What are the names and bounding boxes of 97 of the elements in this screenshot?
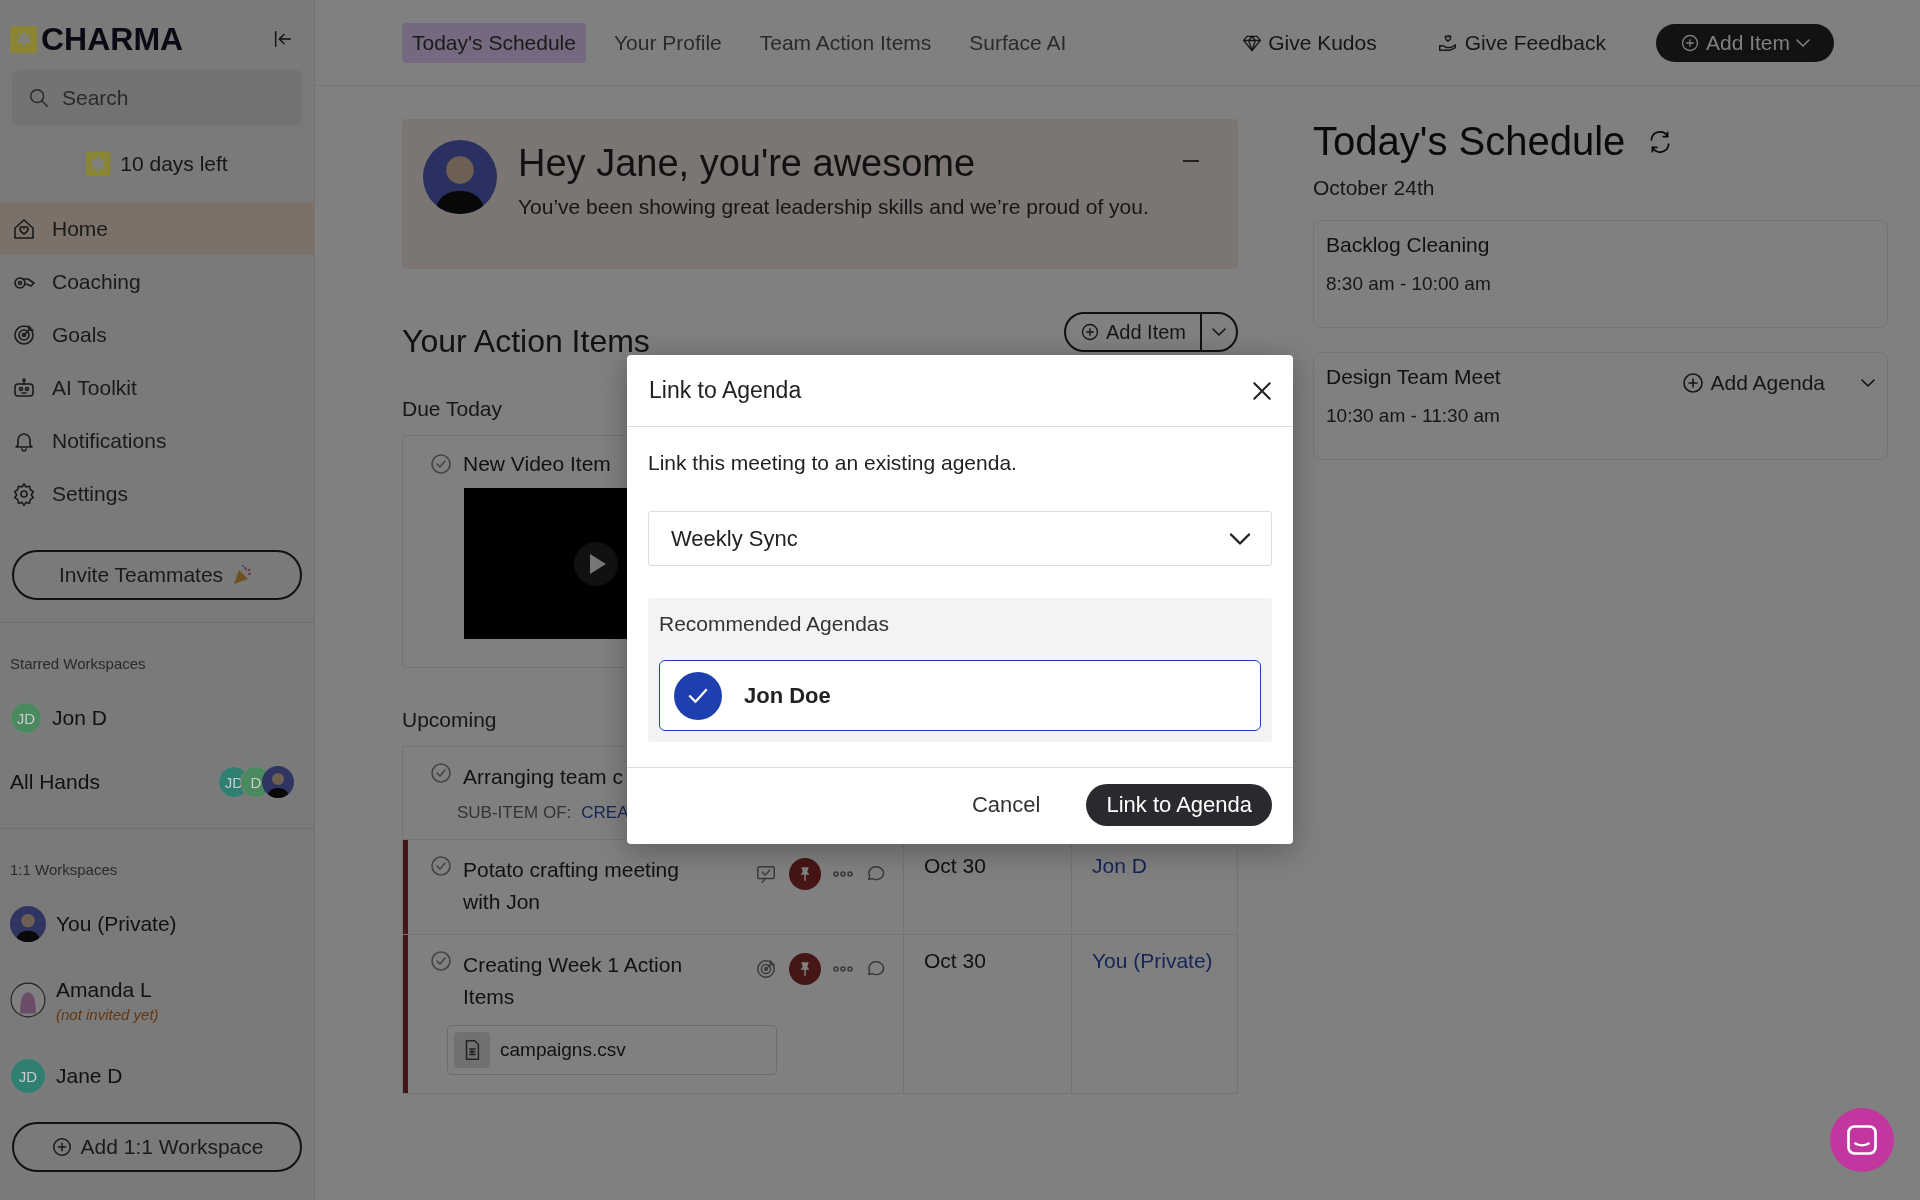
caret-icon: [1212, 328, 1226, 336]
check-circle-icon[interactable]: [429, 854, 453, 878]
avatar: JD: [10, 1058, 46, 1094]
event-card[interactable]: Backlog Cleaning 8:30 am - 10:00 am: [1313, 220, 1888, 328]
action-item-title[interactable]: Arranging team c: [463, 761, 623, 793]
schedule-date: October 24th: [1313, 176, 1436, 200]
event-title: Design Team Meet: [1326, 365, 1501, 389]
group-label: Upcoming: [402, 708, 497, 732]
workspace-item[interactable]: Jane D: [56, 1064, 123, 1088]
event-card[interactable]: Design Team Meet 10:30 am - 11:30 am Add Agenda: [1313, 352, 1888, 460]
due-date: Oct 30: [924, 949, 986, 972]
workspace-item[interactable]: All Hands: [10, 770, 100, 794]
collapse-icon[interactable]: [272, 28, 294, 50]
workspace-item[interactable]: Jon D: [52, 706, 107, 730]
action-item-title[interactable]: New Video Item: [463, 452, 611, 476]
section-heading: Starred Workspaces: [10, 655, 147, 672]
event-title: Backlog Cleaning: [1326, 233, 1491, 257]
add-agenda-button[interactable]: Add Agenda: [1674, 367, 1831, 399]
robot-icon: [12, 375, 36, 400]
sub-item-label: SUB-ITEM OF:: [457, 803, 572, 823]
caret-icon[interactable]: [1861, 379, 1875, 387]
avatar: JD: [10, 702, 42, 734]
more-icon[interactable]: [833, 871, 853, 877]
close-button[interactable]: [1253, 381, 1271, 400]
section-heading: 1:1 Workspaces: [10, 861, 119, 878]
give-kudos-button[interactable]: Give Kudos: [1242, 30, 1377, 55]
event-time: 8:30 am - 10:00 am: [1326, 273, 1491, 295]
chat-icon: [1847, 1125, 1877, 1155]
nav-tab[interactable]: Today's Schedule: [402, 22, 586, 63]
invite-status: (not invited yet): [56, 1005, 159, 1023]
caret-icon: [1796, 38, 1810, 47]
house-icon: [12, 216, 36, 241]
nav-tab[interactable]: Surface AI: [959, 22, 1077, 63]
nav-tab[interactable]: Team Action Items: [749, 22, 942, 63]
check-circle-icon[interactable]: [429, 452, 453, 476]
nav-item[interactable]: Goals: [0, 308, 314, 361]
plus-icon: [1679, 32, 1700, 53]
person-avatar: [262, 766, 294, 798]
check-circle-icon[interactable]: [429, 949, 453, 973]
event-time: 10:30 am - 11:30 am: [1326, 405, 1501, 427]
workspace-link[interactable]: Jon D: [1092, 854, 1147, 877]
chevron-icon: [1229, 532, 1251, 545]
pin-icon[interactable]: [789, 858, 821, 890]
more-icon[interactable]: [833, 966, 853, 972]
target-icon: [755, 958, 777, 980]
blob-avatar: [10, 982, 46, 1018]
banner-title: Hey Jane, you're awesome: [518, 142, 976, 185]
plus-icon: [50, 1136, 73, 1158]
cancel-button[interactable]: Cancel: [951, 784, 1061, 826]
confirm-button[interactable]: Link to Agenda: [1086, 784, 1272, 826]
agenda-option[interactable]: Jon Doe: [659, 660, 1261, 731]
logo: CHARMA: [10, 20, 184, 58]
action-item-title[interactable]: Potato crafting meeting with Jon: [463, 854, 698, 918]
nav-tab[interactable]: Your Profile: [603, 22, 732, 63]
add-workspace-button[interactable]: Add 1:1 Workspace: [12, 1122, 302, 1172]
minimize-icon[interactable]: [1182, 159, 1200, 163]
close-icon: [1253, 381, 1271, 400]
trial-text: 10 days left: [120, 152, 228, 176]
group-label: Due Today: [402, 397, 503, 421]
comment-check-icon: [755, 863, 777, 885]
dialog-title: Link to Agenda: [649, 377, 802, 404]
nav-item[interactable]: Home: [0, 202, 314, 255]
nav-item[interactable]: AI Toolkit: [0, 361, 314, 414]
settings-icon: [12, 481, 36, 506]
nav-item[interactable]: Settings: [0, 467, 314, 520]
search-field[interactable]: Search: [12, 70, 302, 126]
file-attachment[interactable]: campaigns.csv: [447, 1025, 777, 1075]
workspace-item[interactable]: Amanda L: [56, 977, 159, 1002]
workspace-item[interactable]: You (Private): [56, 912, 177, 936]
parent-item-link[interactable]: CREA: [581, 803, 629, 823]
check-circle-icon[interactable]: [429, 761, 453, 785]
star-badge-icon: [86, 152, 111, 176]
dialog-description: Link this meeting to an existing agenda.: [648, 451, 1018, 475]
agenda-select[interactable]: Weekly Sync: [648, 511, 1272, 566]
action-item-title[interactable]: Creating Week 1 Action Items: [463, 949, 698, 1013]
banner-message: You’ve been showing great leadership skills and we’re proud of you.: [518, 195, 1149, 219]
plus-icon: [1079, 322, 1100, 342]
panel-heading: Recommended Agendas: [659, 612, 890, 636]
person-avatar: [10, 906, 46, 942]
nav-item[interactable]: Notifications: [0, 414, 314, 467]
option-label: Jon Doe: [744, 682, 831, 709]
add-item-button[interactable]: Add Item: [1655, 23, 1834, 62]
nav-item[interactable]: Coaching: [0, 255, 314, 308]
target-icon: [12, 322, 36, 347]
check-icon: [688, 688, 708, 703]
add-item-split-button[interactable]: Add Item: [1063, 312, 1238, 352]
invite-button[interactable]: Invite Teammates: [12, 550, 302, 600]
radio-check[interactable]: [674, 671, 722, 720]
workspace-link[interactable]: You (Private): [1092, 949, 1213, 972]
file-name: campaigns.csv: [500, 1039, 626, 1061]
plus-icon: [1680, 371, 1705, 395]
due-date: Oct 30: [924, 854, 986, 877]
schedule-title: Today's Schedule: [1313, 119, 1626, 164]
play-icon[interactable]: [572, 539, 620, 588]
give-feedback-button[interactable]: Give Feedback: [1436, 30, 1606, 55]
section-title: Your Action Items: [402, 322, 650, 360]
pin-icon[interactable]: [789, 953, 821, 985]
